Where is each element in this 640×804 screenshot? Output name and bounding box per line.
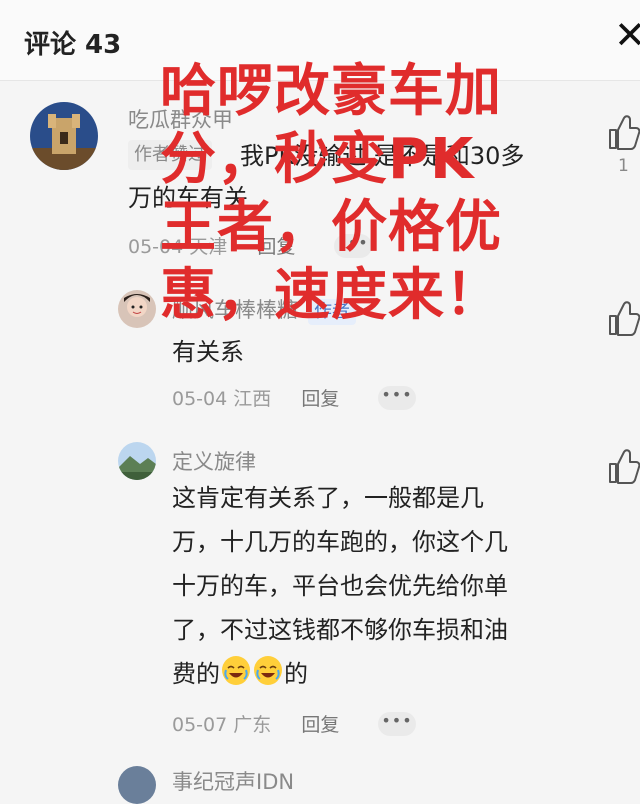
laughing-crying-emoji-icon (254, 656, 282, 685)
overlay-line: 王者，价格优 (160, 195, 502, 260)
reply-button[interactable]: 回复 (301, 714, 339, 736)
comment-line: 十万的车，平台也会优先给你单 (172, 572, 508, 600)
overlay-caption: 哈啰改豪车加 分，秒变PK 王者，价格优 惠，速度来！ (160, 58, 580, 330)
close-icon[interactable]: ✕ (614, 16, 640, 54)
avatar[interactable] (118, 290, 156, 328)
commenter-name[interactable]: 定义旋律 (172, 446, 256, 476)
overlay-line: 哈啰改豪车加 (160, 59, 502, 124)
comment-meta: 05-07 广东 回复 (172, 710, 339, 737)
laughing-crying-emoji-icon (222, 656, 250, 685)
reply-button[interactable]: 回复 (301, 388, 339, 410)
avatar[interactable] (30, 102, 98, 170)
comment-date: 05-04 (172, 388, 228, 410)
comment-location: 广东 (233, 714, 272, 736)
more-options-button[interactable]: ••• (378, 386, 416, 410)
commenter-name[interactable]: 事纪冠声IDN (172, 766, 294, 796)
thumbs-up-icon[interactable] (606, 112, 640, 152)
thumbs-up-icon[interactable] (606, 446, 640, 486)
comment-line: 这肯定有关系了，一般都是几 (172, 484, 484, 512)
like-count: 1 (618, 156, 629, 176)
comment-text: 这肯定有关系了，一般都是几 万，十几万的车跑的，你这个几 十万的车，平台也会优先… (172, 476, 508, 696)
comment-line-last: 费的 的 (172, 652, 508, 696)
comment-date: 05-07 (172, 714, 228, 736)
comment-line-text: 费的 (172, 660, 220, 688)
comments-title: 评论 43 (24, 30, 122, 60)
comment-location: 江西 (233, 388, 272, 410)
comment-line-text: 的 (284, 660, 308, 688)
comment-meta: 05-04 江西 回复 (172, 384, 339, 411)
comment-line: 了，不过这钱都不够你车损和油 (172, 616, 508, 644)
overlay-line: 惠，速度来！ (160, 263, 502, 328)
comment-text: 有关系 (172, 338, 244, 366)
thumbs-up-icon[interactable] (606, 298, 640, 338)
avatar[interactable] (118, 766, 156, 804)
comment-line: 万，十几万的车跑的，你这个几 (172, 528, 508, 556)
overlay-line: 分，秒变PK (160, 127, 475, 192)
avatar[interactable] (118, 442, 156, 480)
more-options-button[interactable]: ••• (378, 712, 416, 736)
